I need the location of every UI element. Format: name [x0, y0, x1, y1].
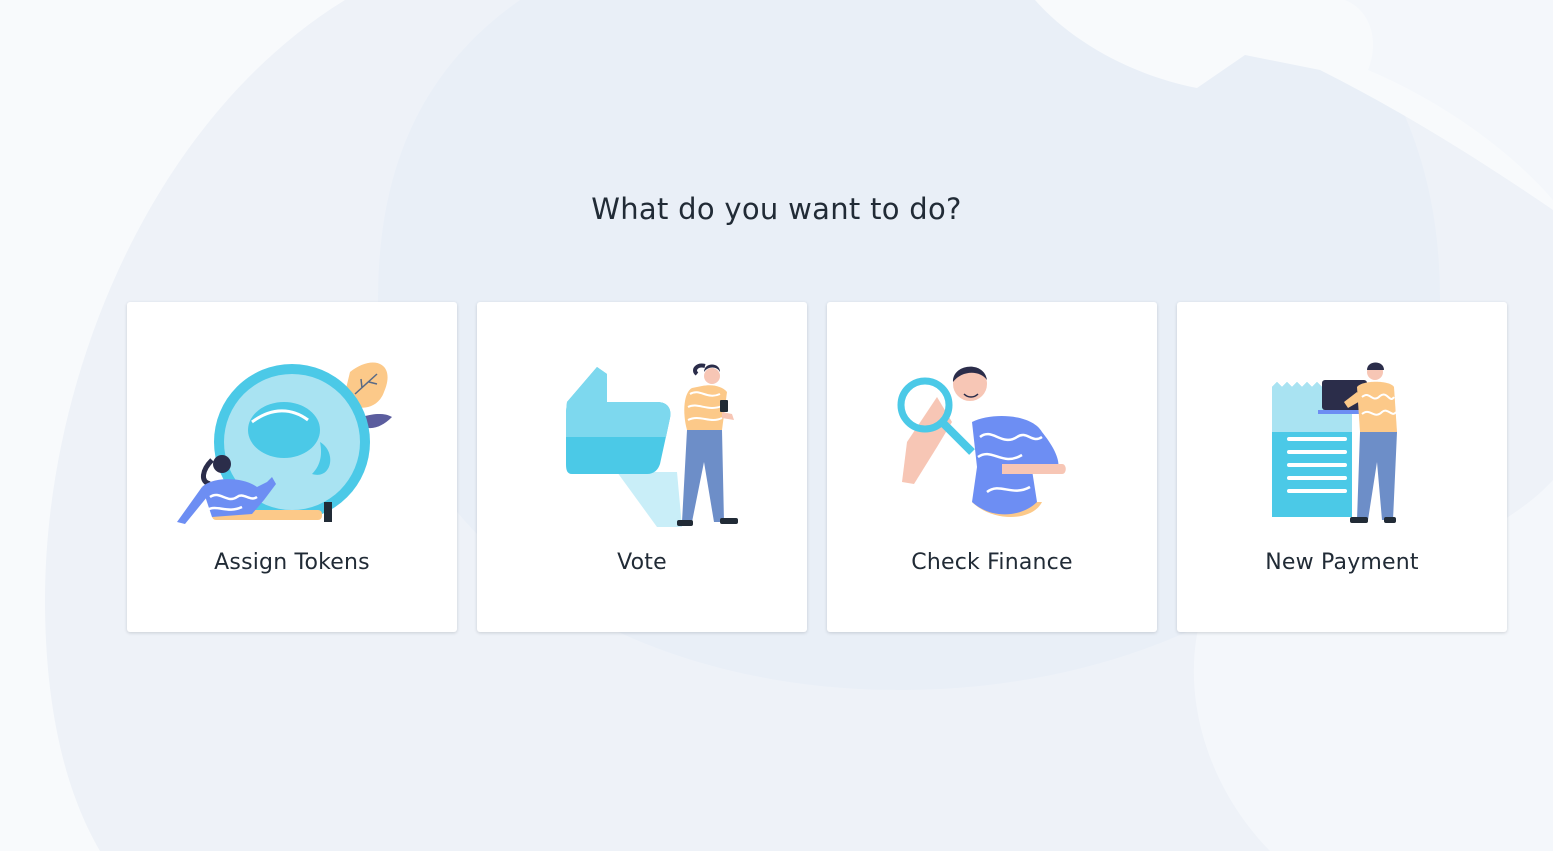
- vote-label: Vote: [617, 550, 667, 575]
- new-payment-illustration-icon: [1272, 362, 1397, 523]
- new-payment-label: New Payment: [1265, 550, 1419, 575]
- check-finance-illustration-icon: [897, 366, 1066, 517]
- vote-card[interactable]: Vote: [477, 302, 807, 632]
- assign-tokens-illustration-icon: [177, 362, 392, 524]
- page-title: What do you want to do?: [591, 192, 962, 226]
- assign-tokens-card[interactable]: Assign Tokens: [127, 302, 457, 632]
- vote-illustration-icon: [566, 363, 738, 527]
- new-payment-card[interactable]: New Payment: [1177, 302, 1507, 632]
- check-finance-card[interactable]: Check Finance: [827, 302, 1157, 632]
- check-finance-label: Check Finance: [911, 550, 1073, 575]
- assign-tokens-label: Assign Tokens: [214, 550, 370, 575]
